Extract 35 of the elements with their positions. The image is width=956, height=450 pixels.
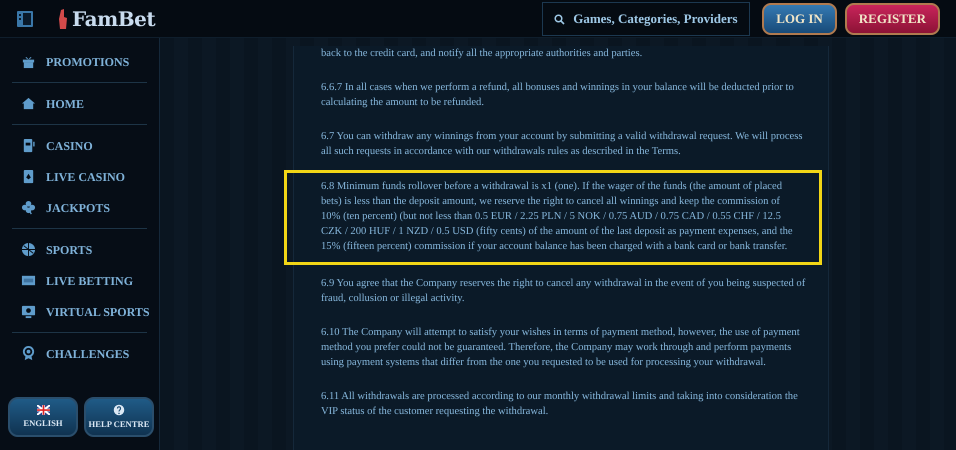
flag-icon <box>36 405 50 416</box>
slot-machine-icon <box>21 138 36 153</box>
medal-icon <box>21 346 36 361</box>
monitor-icon <box>21 304 36 319</box>
paragraph: 6.11 All withdrawals are processed according to our monthly withdrawal limits and taking into consideration the VIP status of the customer requesting the withdrawal. <box>320 390 799 419</box>
paragraph: 6.8 Minimum funds rollover before a withdrawal is x1 (one). If the wager of the funds (the amount of placed bets) is less than the deposit amount, we reserve the right to cancel all winnings and keep the commission of 10% (ten percent) (but not less than 0.5 EUR / 2.25 PLN / 5 NOK / 0.75 AUD / 0.75 CAD / 0.55 CHF / 12.5 CZK / 200 HUF / 1 NZD / 0.5 USD (fifty cents) of the amount of the last deposit as payment expenses, and the 15% (fifteen percent) commission if your account balance has been charged with a bank card or bank transfer. <box>284 170 822 265</box>
paragraph: 6.10 The Company will attempt to satisfy your wishes in terms of payment method, however, the use of payment method you prefer could not be guaranteed. Therefore, the Company may work through and perform payments using payment systems that differ from the one you requested to be used for processing your withdrawal. <box>320 326 801 370</box>
paragraph: 6.9 You agree that the Company reserves the right to cancel any withdrawal in the event of you being suspected of fraud, collusion or illegal activity. <box>320 277 806 306</box>
register-button[interactable]: REGISTER <box>844 2 940 34</box>
ball-icon <box>21 242 36 257</box>
sidebar-item[interactable]: CASINO <box>0 130 159 161</box>
gift-icon <box>21 54 36 69</box>
language-button[interactable]: ENGLISH <box>8 397 78 437</box>
help-icon <box>113 404 125 416</box>
clover-icon <box>21 200 36 215</box>
logo[interactable]: FamBet <box>72 4 156 34</box>
help-button[interactable]: HELP CENTRE <box>84 397 154 437</box>
login-button[interactable]: LOG IN <box>762 2 837 34</box>
sidebar-item[interactable]: LIVE CASINO <box>0 161 159 192</box>
sidebar-item[interactable]: CHALLENGES <box>0 338 159 369</box>
paragraph: 6.7 You can withdraw any winnings from your account by submitting a valid withdrawal request. We will process all such requests in accordance with our withdrawals rules as described in the Terms. <box>320 130 804 159</box>
sidebar-toggle-icon[interactable] <box>16 10 34 28</box>
paragraph: 6.6.7 In all cases when we perform a refund, all bonuses and winnings in your balance will be deducted prior to calculating the amount to be refunded. <box>320 81 795 110</box>
search-field[interactable]: Games, Categories, Providers <box>542 2 750 36</box>
sidebar-item[interactable]: SPORTS <box>0 234 159 265</box>
sidebar-item[interactable]: VIRTUAL SPORTS <box>0 296 159 327</box>
sidebar-item[interactable]: JACKPOTS <box>0 192 159 223</box>
search-icon <box>554 14 566 24</box>
home-icon <box>21 96 36 111</box>
sidebar-item[interactable]: HOME <box>0 88 159 119</box>
paragraph: back to the credit card, and notify all the appropriate authorities and parties. <box>320 47 644 61</box>
sidebar-item[interactable]: LIVE BETTING <box>0 265 159 296</box>
playing-card-icon <box>21 169 36 184</box>
live-icon <box>21 273 36 288</box>
sidebar-item[interactable]: PROMOTIONS <box>0 46 159 77</box>
